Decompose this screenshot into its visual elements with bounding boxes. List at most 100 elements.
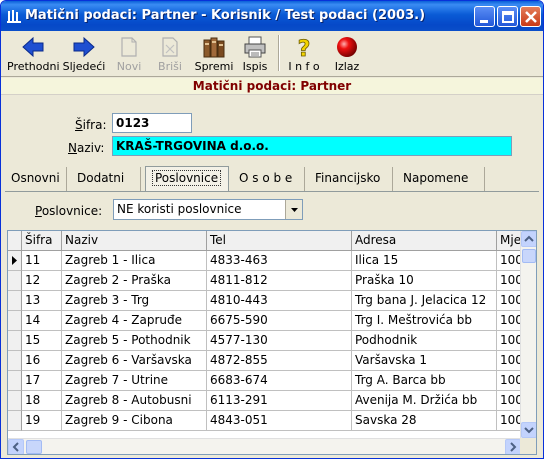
row-indicator[interactable]	[8, 411, 22, 431]
column-header-sifra[interactable]: Šifra	[22, 231, 62, 251]
cell-naziv[interactable]: Zagreb 9 - Cibona	[62, 411, 207, 431]
cell-adresa[interactable]: Trg A. Barca bb	[352, 371, 497, 391]
row-indicator[interactable]	[8, 271, 22, 291]
cell-naziv[interactable]: Zagreb 4 - Zapruđe	[62, 311, 207, 331]
cell-tel[interactable]: 6675-590	[207, 311, 352, 331]
table-row[interactable]: 19 Zagreb 9 - Cibona 4843-051 Savska 28 100	[8, 411, 527, 431]
header-indicator	[8, 231, 22, 251]
chevron-down-icon	[524, 427, 534, 434]
chevron-down-icon	[291, 208, 298, 212]
novi-button[interactable]: Novi	[111, 33, 147, 75]
ispis-button[interactable]: Ispis	[238, 33, 272, 75]
table-row[interactable]: 16 Zagreb 6 - Varšavska 4872-855 Varšavska …	[8, 351, 527, 371]
row-indicator[interactable]	[8, 311, 22, 331]
cell-sifra[interactable]: 19	[22, 411, 62, 431]
cell-tel[interactable]: 4843-051	[207, 411, 352, 431]
dropdown-button[interactable]	[285, 200, 302, 219]
cell-tel[interactable]: 4833-463	[207, 251, 352, 271]
poslovnice-select[interactable]: NE koristi poslovnice	[113, 199, 303, 220]
arrow-right-icon	[73, 36, 95, 58]
horizontal-scrollbar[interactable]	[8, 438, 521, 454]
cell-adresa[interactable]: Trg I. Meštrovića bb	[352, 311, 497, 331]
row-indicator[interactable]	[8, 391, 22, 411]
cell-naziv[interactable]: Zagreb 1 - Ilica	[62, 251, 207, 271]
table-row[interactable]: 15 Zagreb 5 - Pothodnik 4577-130 Podhodnik 1…	[8, 331, 527, 351]
poslovnice-grid: Šifra Naziv Tel Adresa Mje 11 Zagreb 1 - …	[7, 230, 537, 455]
scroll-up-button[interactable]	[521, 231, 536, 247]
arrow-left-icon	[22, 36, 44, 58]
table-row[interactable]: 18 Zagreb 8 - Autobusni 6113-291 Avenija M.…	[8, 391, 527, 411]
table-row[interactable]: 17 Zagreb 7 - Utrine 6683-674 Trg A. Barca …	[8, 371, 527, 391]
cell-adresa[interactable]: Varšavska 1	[352, 351, 497, 371]
prethodni-button[interactable]: Prethodni	[7, 33, 60, 75]
column-header-adresa[interactable]: Adresa	[352, 231, 497, 251]
cell-adresa[interactable]: Praška 10	[352, 271, 497, 291]
column-header-tel[interactable]: Tel	[207, 231, 352, 251]
tab-osobe[interactable]: O s o b e	[233, 167, 305, 191]
cell-naziv[interactable]: Zagreb 3 - Trg	[62, 291, 207, 311]
cell-naziv[interactable]: Zagreb 5 - Pothodnik	[62, 331, 207, 351]
table-row[interactable]: 12 Zagreb 2 - Praška 4811-812 Praška 10 100	[8, 271, 527, 291]
row-indicator[interactable]	[8, 291, 22, 311]
cell-adresa[interactable]: Avenija M. Držića bb	[352, 391, 497, 411]
naziv-field[interactable]: KRAŠ-TRGOVINA d.o.o.	[112, 136, 512, 156]
tab-osnovni[interactable]: Osnovni	[5, 167, 67, 191]
spremi-button[interactable]: Spremi	[193, 33, 235, 75]
vertical-scroll-thumb[interactable]	[522, 249, 536, 263]
table-row[interactable]: 11 Zagreb 1 - Ilica 4833-463 Ilica 15 100	[8, 251, 527, 271]
info-button[interactable]: ? I n f o	[285, 33, 323, 75]
close-icon	[525, 11, 537, 23]
cell-adresa[interactable]: Podhodnik	[352, 331, 497, 351]
table-row[interactable]: 14 Zagreb 4 - Zapruđe 6675-590 Trg I. Meštr…	[8, 311, 527, 331]
scroll-right-button[interactable]	[505, 439, 521, 454]
cell-adresa[interactable]: Ilica 15	[352, 251, 497, 271]
table-row[interactable]: 13 Zagreb 3 - Trg 4810-443 Trg bana J. Jela…	[8, 291, 527, 311]
exit-icon	[337, 37, 357, 57]
cell-adresa[interactable]: Savska 28	[352, 411, 497, 431]
save-icon	[203, 37, 225, 58]
row-indicator[interactable]	[8, 351, 22, 371]
scroll-down-button[interactable]	[521, 422, 536, 438]
column-header-naziv[interactable]: Naziv	[62, 231, 207, 251]
tab-dodatni[interactable]: Dodatni	[71, 167, 141, 191]
cell-naziv[interactable]: Zagreb 2 - Praška	[62, 271, 207, 291]
tab-poslovnice[interactable]: Poslovnice	[145, 166, 229, 191]
sljedeci-button[interactable]: Sljedeći	[59, 33, 109, 75]
row-indicator[interactable]	[8, 251, 22, 271]
horizontal-scroll-thumb[interactable]	[26, 440, 42, 454]
minimize-button[interactable]	[474, 6, 495, 27]
tab-financijsko[interactable]: Financijsko	[309, 167, 393, 191]
toolbar: Prethodni Sljedeći Novi Briši Spremi Isp…	[1, 31, 543, 77]
cell-tel[interactable]: 6113-291	[207, 391, 352, 411]
cell-sifra[interactable]: 15	[22, 331, 62, 351]
form-header-title: Matični podaci: Partner	[1, 78, 543, 95]
izlaz-button[interactable]: Izlaz	[329, 33, 365, 75]
scroll-left-button[interactable]	[8, 439, 24, 454]
row-indicator[interactable]	[8, 331, 22, 351]
row-indicator[interactable]	[8, 371, 22, 391]
close-button[interactable]	[520, 6, 541, 27]
maximize-button[interactable]	[497, 6, 518, 27]
cell-tel[interactable]: 4872-855	[207, 351, 352, 371]
brisi-button[interactable]: Briši	[151, 33, 189, 75]
cell-sifra[interactable]: 12	[22, 271, 62, 291]
cell-naziv[interactable]: Zagreb 8 - Autobusni	[62, 391, 207, 411]
cell-sifra[interactable]: 13	[22, 291, 62, 311]
cell-naziv[interactable]: Zagreb 6 - Varšavska	[62, 351, 207, 371]
title-bar[interactable]: Matični podaci: Partner - Korisnik / Tes…	[1, 1, 543, 31]
cell-tel[interactable]: 4577-130	[207, 331, 352, 351]
cell-tel[interactable]: 6683-674	[207, 371, 352, 391]
cell-sifra[interactable]: 14	[22, 311, 62, 331]
cell-sifra[interactable]: 18	[22, 391, 62, 411]
cell-sifra[interactable]: 17	[22, 371, 62, 391]
vertical-scrollbar[interactable]	[520, 231, 536, 438]
tab-napomene[interactable]: Napomene	[397, 167, 485, 191]
sifra-field[interactable]: 0123	[112, 113, 192, 133]
cell-naziv[interactable]: Zagreb 7 - Utrine	[62, 371, 207, 391]
delete-icon	[162, 37, 178, 57]
cell-tel[interactable]: 4810-443	[207, 291, 352, 311]
cell-sifra[interactable]: 11	[22, 251, 62, 271]
cell-tel[interactable]: 4811-812	[207, 271, 352, 291]
cell-adresa[interactable]: Trg bana J. Jelacica 12	[352, 291, 497, 311]
cell-sifra[interactable]: 16	[22, 351, 62, 371]
